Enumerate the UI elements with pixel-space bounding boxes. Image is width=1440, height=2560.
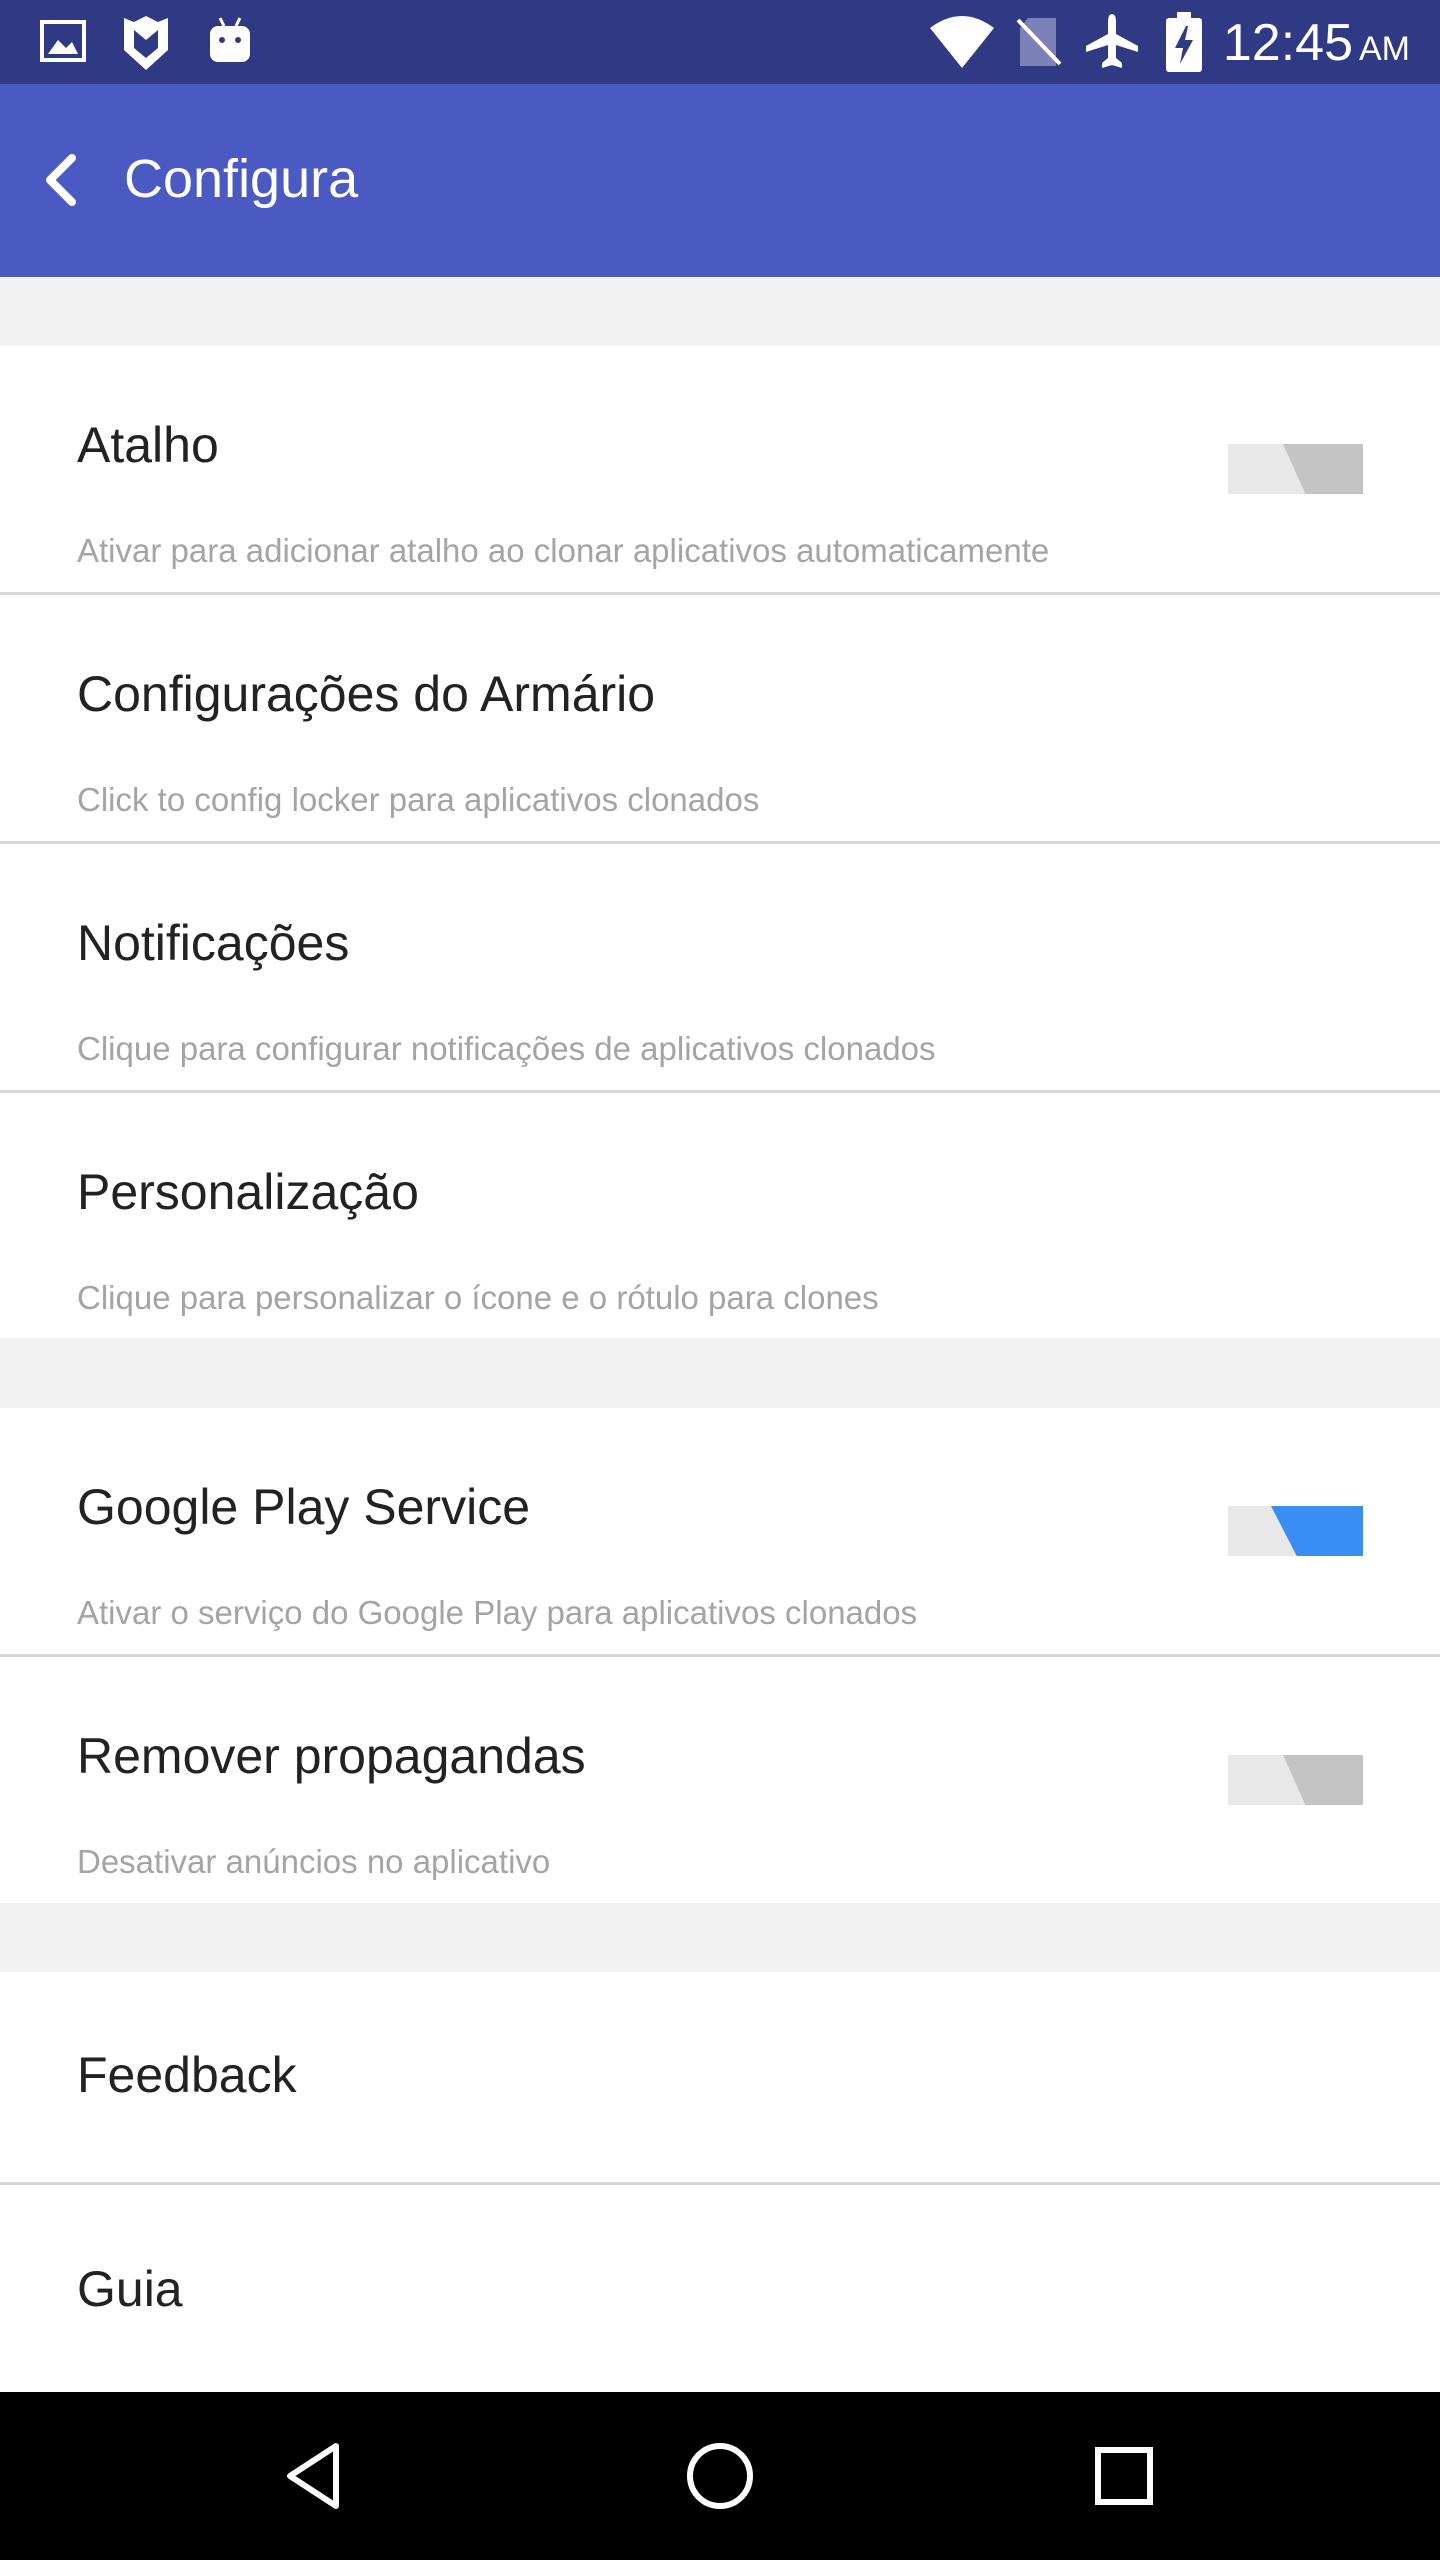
no-sim-icon (1016, 16, 1062, 73)
status-bar: 12:45 AM (0, 0, 1440, 84)
setting-title: Feedback (77, 2047, 297, 2103)
setting-remove-ads[interactable]: Remover propagandas Desativar anúncios n… (0, 1657, 1440, 1903)
setting-subtitle: Ativar para adicionar atalho ao clonar a… (77, 532, 1050, 569)
clock: 12:45 AM (1222, 14, 1410, 72)
setting-locker[interactable]: Configurações do Armário Click to config… (0, 595, 1440, 842)
setting-title: Notificações (77, 915, 350, 971)
back-triangle-icon (276, 2443, 356, 2520)
setting-google-play[interactable]: Google Play Service Ativar o serviço do … (0, 1408, 1440, 1656)
chevron-left-icon (30, 154, 94, 224)
setting-feedback[interactable]: Feedback (0, 1972, 1440, 2182)
home-circle-icon (680, 2443, 760, 2520)
setting-subtitle: Desativar anúncios no aplicativo (77, 1843, 551, 1880)
setting-customize[interactable]: Personalização Clique para personalizar … (0, 1093, 1440, 1338)
settings-section-support: Feedback Guia (0, 1972, 1440, 2392)
setting-guide[interactable]: Guia (0, 2185, 1440, 2392)
setting-title: Personalização (77, 1164, 419, 1220)
google-play-toggle[interactable] (1228, 1506, 1363, 1556)
setting-title: Atalho (77, 417, 219, 473)
setting-title: Google Play Service (77, 1479, 531, 1535)
navigation-bar (0, 2392, 1440, 2560)
wifi-icon (930, 14, 994, 73)
settings-section-services: Google Play Service Ativar o serviço do … (0, 1408, 1440, 1903)
battery-charging-icon (1166, 12, 1202, 77)
airplane-icon (1084, 12, 1140, 75)
setting-title: Guia (77, 2261, 183, 2317)
setting-notifications[interactable]: Notificações Clique para configurar noti… (0, 844, 1440, 1091)
shortcut-toggle[interactable] (1228, 444, 1363, 494)
nav-home-button[interactable] (680, 2436, 760, 2516)
nav-recents-button[interactable] (1084, 2436, 1164, 2516)
setting-subtitle: Clique para personalizar o ícone e o rót… (77, 1279, 879, 1316)
setting-subtitle: Clique para configurar notificações de a… (77, 1030, 936, 1067)
nav-back-button[interactable] (276, 2436, 356, 2516)
setting-subtitle: Ativar o serviço do Google Play para apl… (77, 1594, 918, 1631)
settings-section-general: Atalho Ativar para adicionar atalho ao c… (0, 346, 1440, 1338)
setting-subtitle: Click to config locker para aplicativos … (77, 781, 760, 818)
back-button[interactable] (30, 140, 94, 220)
recents-square-icon (1084, 2447, 1164, 2520)
setting-title: Configurações do Armário (77, 666, 656, 722)
setting-shortcut[interactable]: Atalho Ativar para adicionar atalho ao c… (0, 346, 1440, 594)
setting-title: Remover propagandas (77, 1728, 586, 1784)
android-icon (208, 14, 252, 69)
shield-icon (120, 14, 172, 75)
page-title: Configura (124, 149, 359, 209)
app-bar: Configura (0, 84, 1440, 277)
image-icon (40, 20, 86, 67)
remove-ads-toggle[interactable] (1228, 1755, 1363, 1805)
